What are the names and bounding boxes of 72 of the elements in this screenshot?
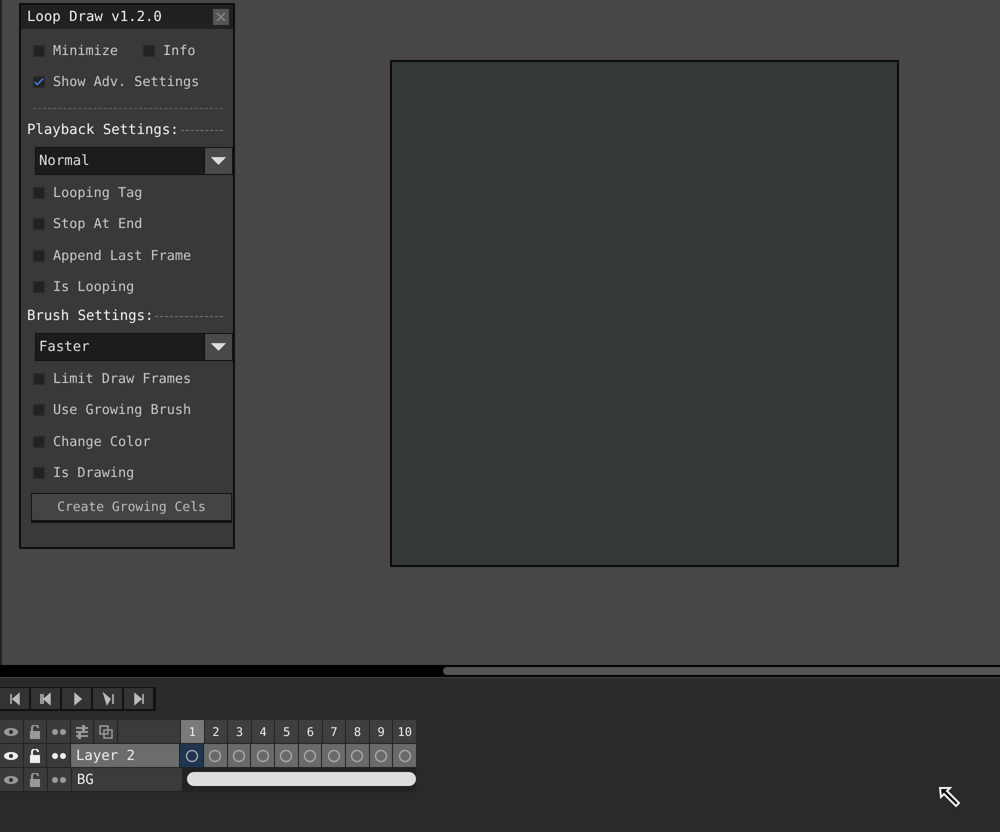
dots-icon[interactable] [48, 768, 71, 791]
sliders-icon[interactable] [70, 720, 94, 743]
frame-number[interactable]: 1 [180, 720, 204, 743]
circle-icon [208, 748, 222, 762]
skip-end-icon [132, 692, 146, 706]
dots-icon[interactable] [47, 744, 70, 767]
last-frame-button[interactable] [124, 688, 153, 709]
section-title: Brush Settings: [27, 308, 154, 324]
eye-icon[interactable] [0, 744, 23, 767]
frame-number[interactable]: 9 [370, 720, 392, 743]
lock-icon[interactable] [24, 768, 47, 791]
checkbox-label: Use Growing Brush [53, 402, 192, 418]
create-button[interactable]: Create Growing Cels [31, 493, 232, 523]
circle-icon [184, 748, 199, 762]
circle-icon [232, 748, 246, 762]
checkbox-label: Info [163, 42, 196, 59]
checkbox[interactable] [33, 76, 45, 88]
circle-icon [256, 748, 270, 762]
dots-icon[interactable] [47, 720, 70, 743]
checkbox[interactable] [33, 404, 45, 416]
checkbox-label: Is Looping [53, 279, 134, 296]
checkbox[interactable] [33, 44, 45, 57]
dropdown[interactable]: Faster [35, 333, 233, 361]
scrollbar-thumb[interactable] [443, 667, 1000, 675]
checkbox[interactable] [33, 372, 45, 385]
checkbox[interactable] [33, 436, 45, 448]
eye-icon[interactable] [0, 768, 23, 791]
checkbox-label: Minimize [53, 42, 118, 59]
checkbox-label: Change Color [53, 434, 151, 450]
frame-number[interactable]: 3 [228, 720, 251, 743]
circle-icon [374, 748, 388, 762]
lock-icon[interactable] [24, 720, 46, 743]
frame-number[interactable]: 4 [252, 720, 274, 743]
frame-number[interactable]: 2 [204, 720, 228, 743]
close-icon[interactable] [213, 9, 229, 25]
eye-icon[interactable] [0, 720, 23, 743]
layers-icon[interactable] [94, 720, 118, 743]
section-title: Playback Settings: [27, 122, 179, 138]
lock-icon[interactable] [24, 744, 46, 767]
checkbox-label: Looping Tag [53, 184, 142, 201]
checkbox-label: Limit Draw Frames [53, 370, 192, 387]
frame-number[interactable]: 7 [322, 720, 346, 743]
circle-icon [326, 748, 341, 762]
checkbox[interactable] [33, 186, 45, 199]
step-forward-icon [100, 692, 114, 706]
first-frame-button[interactable] [0, 688, 29, 709]
circle-icon [398, 748, 412, 762]
layer-name[interactable]: Layer 2 [70, 744, 180, 767]
frame-number[interactable]: 8 [346, 720, 369, 743]
dialog-title: Loop Draw v1.2.0 [27, 9, 162, 25]
checkbox-label: Is Drawing [53, 465, 134, 482]
previous-frame-button[interactable] [31, 688, 60, 709]
circle-icon [303, 748, 318, 762]
checkbox[interactable] [33, 281, 45, 294]
checkbox-label: Show Adv. Settings [53, 74, 200, 90]
circle-icon [350, 748, 364, 762]
dropdown[interactable]: Normal [35, 147, 233, 175]
frame-number[interactable]: 10 [393, 720, 416, 743]
checkbox-label: Append Last Frame [53, 248, 192, 264]
checkbox[interactable] [33, 467, 45, 480]
frame-number[interactable]: 6 [299, 720, 322, 743]
checkbox[interactable] [33, 218, 45, 230]
circle-icon [279, 748, 294, 762]
checkbox[interactable] [143, 44, 155, 57]
step-back-icon [38, 692, 52, 706]
next-frame-button[interactable] [93, 688, 122, 709]
checkbox[interactable] [33, 250, 45, 262]
frame-number[interactable]: 5 [275, 720, 298, 743]
play-button[interactable] [62, 688, 91, 709]
checkbox-label: Stop At End [53, 216, 142, 232]
skip-start-icon [8, 692, 22, 706]
layer-name[interactable]: BG [72, 768, 182, 791]
